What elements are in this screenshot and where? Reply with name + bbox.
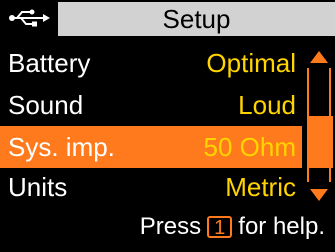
menu-row-battery[interactable]: Battery Optimal	[0, 42, 302, 84]
help-hint: Press 1 for help.	[0, 206, 335, 248]
usb-icon	[9, 9, 50, 27]
menu-label: Battery	[8, 48, 91, 78]
help-key-badge: 1	[207, 216, 233, 238]
menu-row-sound[interactable]: Sound Loud	[0, 84, 302, 126]
menu-value: Optimal	[206, 48, 296, 78]
scroll-track[interactable]	[307, 68, 333, 182]
help-suffix: for help.	[238, 213, 325, 240]
scroll-thumb[interactable]	[309, 116, 333, 168]
menu-value: 50 Ohm	[203, 132, 297, 162]
triangle-down-icon	[310, 189, 328, 201]
screen-title: Setup	[58, 2, 335, 36]
help-prefix: Press	[139, 213, 202, 240]
triangle-up-icon	[310, 51, 328, 63]
menu-row-units[interactable]: Units Metric	[0, 166, 302, 208]
scrollbar[interactable]	[303, 42, 335, 208]
header-bar: Setup	[0, 0, 335, 36]
menu-value: Metric	[225, 172, 296, 202]
scroll-up-button[interactable]	[307, 46, 331, 68]
usb-status	[0, 0, 58, 36]
menu-row-sys-imp[interactable]: Sys. imp. 50 Ohm	[0, 126, 302, 168]
menu-label: Sound	[8, 90, 84, 120]
menu-label: Units	[8, 172, 68, 202]
scroll-down-button[interactable]	[307, 184, 331, 206]
menu-value: Loud	[238, 90, 296, 120]
menu-label: Sys. imp.	[8, 132, 115, 162]
